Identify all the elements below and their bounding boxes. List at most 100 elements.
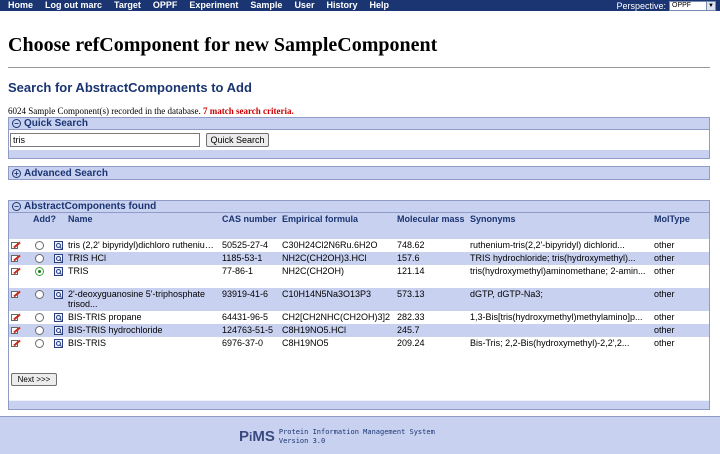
add-cell (31, 239, 52, 252)
footer-system-name: Protein Information Management System (278, 428, 435, 436)
view-icon[interactable] (54, 326, 63, 335)
cell-name[interactable]: BIS-TRIS propane (66, 311, 220, 324)
table-row: 2'-deoxyguanosine 5'-triphosphate trisod… (9, 288, 709, 311)
quick-search-footer (9, 150, 709, 158)
perspective-select[interactable]: OPPF ▼ (669, 0, 716, 11)
cell-formula: C8H19NO5 (280, 337, 395, 350)
cell-name[interactable]: BIS-TRIS (66, 337, 220, 350)
add-radio[interactable] (35, 313, 44, 322)
quick-search-panel: − Quick Search Quick Search (8, 117, 710, 159)
record-count: 6024 Sample Component(s) recorded in the… (8, 106, 294, 116)
cell-formula: NH2C(CH2OH)3.HCl (280, 252, 395, 265)
results-title: AbstractComponents found (24, 201, 157, 212)
nav-oppf[interactable]: OPPF (147, 0, 184, 11)
cell-synonyms: Bis-Tris; 2,2-Bis(hydroxymethyl)-2,2',2.… (468, 337, 652, 350)
top-nav: Home Log out marc Target OPPF Experiment… (0, 0, 720, 11)
view-icon[interactable] (54, 313, 63, 322)
cell-name[interactable]: BIS-TRIS hydrochloride (66, 324, 220, 337)
quick-search-header[interactable]: − Quick Search (9, 118, 709, 130)
table-row: TRIS 77-86-1 NH2C(CH2OH) 121.14 tris(hydroxy… (9, 265, 709, 288)
view-icon[interactable] (54, 290, 63, 299)
nav-home[interactable]: Home (0, 0, 39, 11)
col-cas[interactable]: CAS number (220, 213, 280, 239)
nav-user[interactable]: User (288, 0, 320, 11)
advanced-search-header[interactable]: + Advanced Search (9, 167, 709, 179)
cell-cas: 64431-96-5 (220, 311, 280, 324)
add-radio[interactable] (35, 290, 44, 299)
cell-mass: 245.7 (395, 324, 468, 337)
results-header[interactable]: − AbstractComponents found (9, 201, 709, 213)
add-cell (31, 324, 52, 337)
search-input[interactable] (10, 133, 200, 147)
cell-formula: C30H24Cl2N6Ru.6H2O (280, 239, 395, 252)
page-footer: PiMS Protein Information Management Syst… (0, 416, 720, 454)
nav-experiment[interactable]: Experiment (183, 0, 244, 11)
add-cell (31, 265, 52, 288)
advanced-search-title: Advanced Search (24, 167, 108, 179)
view-cell (52, 337, 66, 350)
cell-formula: NH2C(CH2OH) (280, 265, 395, 288)
nav-help[interactable]: Help (363, 0, 395, 11)
cell-name[interactable]: 2'-deoxyguanosine 5'-triphosphate trisod… (66, 288, 220, 311)
collapse-icon[interactable]: − (12, 119, 21, 128)
footer-version: Version 3.0 (278, 437, 326, 445)
table-row: BIS-TRIS 6976-37-0 C8H19NO5 209.24 Bis-Tris;… (9, 337, 709, 350)
add-radio[interactable] (35, 339, 44, 348)
pims-logo: PiMS Protein Information Management Syst… (239, 428, 435, 446)
quick-search-title: Quick Search (24, 118, 88, 129)
cell-mass: 157.6 (395, 252, 468, 265)
view-icon[interactable] (54, 339, 63, 348)
quick-search-body: Quick Search (9, 130, 709, 150)
logo-text: PiMS (239, 428, 275, 445)
nav-sample[interactable]: Sample (244, 0, 288, 11)
table-row: BIS-TRIS propane 64431-96-5 CH2[CH2NHC(CH2… (9, 311, 709, 324)
edit-icon[interactable] (11, 267, 21, 275)
add-cell (31, 337, 52, 350)
edit-icon[interactable] (11, 241, 21, 249)
expand-icon[interactable]: + (12, 168, 21, 178)
edit-icon[interactable] (11, 339, 21, 347)
cell-name[interactable]: tris (2,2' bipyridyl)dichloro ruthenium(… (66, 239, 220, 252)
col-mass[interactable]: Molecular mass (395, 213, 468, 239)
cell-mass: 209.24 (395, 337, 468, 350)
edit-icon[interactable] (11, 313, 21, 321)
cell-cas: 124763-51-5 (220, 324, 280, 337)
add-radio[interactable] (35, 254, 44, 263)
cell-moltype: other (652, 288, 709, 311)
results-panel: − AbstractComponents found Add? Name CAS… (8, 200, 710, 410)
edit-icon[interactable] (11, 254, 21, 262)
edit-icon[interactable] (11, 326, 21, 334)
col-synonyms[interactable]: Synonyms (468, 213, 652, 239)
view-icon[interactable] (54, 241, 63, 250)
edit-icon[interactable] (11, 290, 21, 298)
cell-synonyms: tris(hydroxymethyl)aminomethane; 2-amin.… (468, 265, 652, 288)
view-icon[interactable] (54, 254, 63, 263)
nav-logout[interactable]: Log out marc (39, 0, 108, 11)
cell-cas: 93919-41-6 (220, 288, 280, 311)
col-name[interactable]: Name (66, 213, 220, 239)
cell-cas: 50525-27-4 (220, 239, 280, 252)
nav-target[interactable]: Target (108, 0, 147, 11)
cell-name[interactable]: TRIS HCl (66, 252, 220, 265)
cell-mass: 573.13 (395, 288, 468, 311)
edit-cell (9, 288, 31, 311)
cell-name[interactable]: TRIS (66, 265, 220, 288)
cell-synonyms (468, 324, 652, 337)
next-button[interactable]: Next >>> (11, 373, 57, 386)
quick-search-button[interactable]: Quick Search (206, 133, 269, 147)
col-moltype[interactable]: MolType (652, 213, 709, 239)
add-radio[interactable] (35, 326, 44, 335)
perspective-label: Perspective: (616, 0, 666, 11)
collapse-icon[interactable]: − (12, 202, 21, 211)
view-icon[interactable] (54, 267, 63, 276)
cell-synonyms: dGTP, dGTP-Na3; (468, 288, 652, 311)
nav-history[interactable]: History (320, 0, 363, 11)
title-divider (8, 67, 710, 68)
col-edit (9, 213, 31, 239)
col-formula[interactable]: Empirical formula (280, 213, 395, 239)
cell-moltype: other (652, 311, 709, 324)
add-cell (31, 252, 52, 265)
add-radio[interactable] (35, 241, 44, 250)
add-radio[interactable] (35, 267, 44, 276)
chevron-down-icon[interactable]: ▼ (706, 1, 715, 10)
